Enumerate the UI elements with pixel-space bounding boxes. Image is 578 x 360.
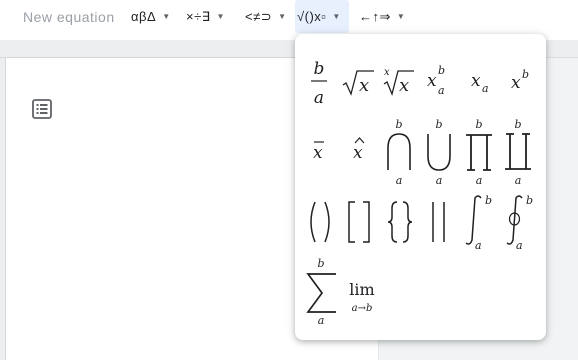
nth-root-symbol[interactable]: x x [381,64,415,98]
integral-upper: b [485,194,492,207]
sub-superscript-symbol[interactable]: x b a [426,60,454,100]
sqrt-radicand: x [359,75,369,96]
bar-accent-symbol[interactable]: x [310,134,330,164]
integral-symbol[interactable]: b a [461,192,495,252]
chevron-down-icon: ▼ [216,12,225,21]
new-equation-label: New equation [23,8,115,25]
coproduct-upper: b [514,118,521,131]
bar-base: x [313,143,323,163]
math-operators-menu-label: √()x▫ [297,9,327,24]
superscript-base: x [511,73,521,93]
chevron-down-icon: ▼ [332,12,341,21]
fraction-denominator: a [314,88,324,108]
intersection-upper: b [395,118,402,131]
math-operators-menu[interactable]: √()x▫ ▼ [295,0,349,33]
nth-root-index: x [384,67,390,78]
chevron-down-icon: ▼ [278,12,287,21]
greek-letters-menu-label: αβΔ [131,9,157,24]
subsup-base: x [427,71,437,91]
summation-upper: b [317,257,324,270]
misc-operations-menu[interactable]: ×÷∃ ▼ [186,0,224,33]
fraction-symbol[interactable]: b a [307,58,331,108]
contour-integral-symbol[interactable]: b a [502,192,536,252]
limit-subscript: a→b [352,303,373,314]
math-operators-palette: b a x x x x b a x a x b x x b a b a b a … [295,34,546,340]
absolute-value-symbol[interactable] [425,200,453,244]
relations-menu[interactable]: <≠⊃ ▼ [245,0,286,33]
subscript-symbol[interactable]: x a [470,64,496,98]
parentheses-symbol[interactable] [306,200,334,244]
subsup-superscript: b [438,64,445,77]
integral-lower: a [475,239,482,252]
limit-label: lim [349,280,374,299]
contour-integral-lower: a [516,239,523,252]
product-lower: a [476,174,483,187]
contour-integral-upper: b [526,194,533,207]
superscript-symbol[interactable]: x b [510,64,536,98]
brackets-symbol[interactable] [345,200,373,244]
arrows-menu[interactable]: ←↑⇒ ▼ [359,0,405,33]
hat-accent-symbol[interactable]: x [350,132,370,164]
document-outline-icon[interactable] [30,97,54,121]
misc-operations-menu-label: ×÷∃ [186,8,211,24]
big-coproduct-symbol[interactable]: b a [502,118,534,188]
square-root-symbol[interactable]: x [341,67,375,97]
relations-menu-label: <≠⊃ [245,8,273,24]
union-upper: b [435,118,442,131]
summation-symbol[interactable]: b a [304,256,340,328]
intersection-lower: a [396,174,403,187]
summation-lower: a [318,314,325,327]
new-equation-button[interactable]: New equation [23,0,115,33]
arrows-menu-label: ←↑⇒ [359,8,391,24]
hat-base: x [353,143,363,163]
big-product-symbol[interactable]: b a [463,118,495,188]
union-lower: a [436,174,443,187]
fraction-numerator: b [314,59,325,79]
nth-root-radicand: x [399,75,409,96]
greek-letters-menu[interactable]: αβΔ ▼ [131,0,170,33]
big-intersection-symbol[interactable]: b a [383,118,415,188]
chevron-down-icon: ▼ [396,12,405,21]
subsup-subscript: a [438,84,445,97]
subscript-text: a [482,82,489,95]
superscript-text: b [522,68,529,81]
subscript-base: x [471,71,481,91]
chevron-down-icon: ▼ [162,12,171,21]
coproduct-lower: a [515,174,522,187]
braces-symbol[interactable] [386,200,414,244]
product-upper: b [475,118,482,131]
limit-symbol[interactable]: lim a→b [344,278,380,318]
big-union-symbol[interactable]: b a [423,118,455,188]
